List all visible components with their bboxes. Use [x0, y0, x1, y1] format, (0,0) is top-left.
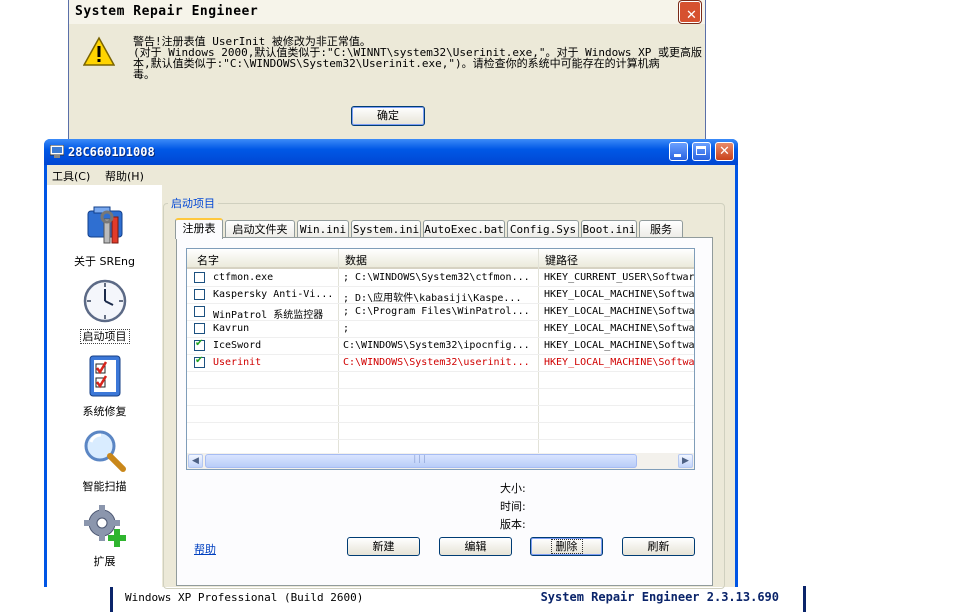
row-name: Userinit [213, 357, 262, 368]
tab-win-ini[interactable]: Win.ini [297, 220, 349, 238]
warning-icon [83, 36, 115, 66]
time-label: 时间: [500, 500, 526, 513]
row-path: HKEY_LOCAL_MACHINE\Softwa [544, 306, 694, 317]
dialog-title: System Repair Engineer [75, 4, 259, 19]
window-title: 28C6601D1008 [68, 145, 155, 159]
scroll-right-icon[interactable]: ▶ [678, 454, 693, 468]
row-data: ; D:\应用软件\kabasiji\Kaspe... [343, 293, 522, 304]
close-icon: ✕ [686, 8, 698, 23]
help-link[interactable]: 帮助 [194, 541, 216, 557]
size-label: 大小: [500, 482, 526, 495]
dialog-ok-button[interactable]: 确定 [351, 106, 425, 126]
row-checkbox[interactable] [194, 323, 205, 334]
scroll-left-icon[interactable]: ◀ [188, 454, 203, 468]
minimize-button[interactable] [669, 142, 688, 161]
table-row [187, 388, 694, 406]
row-data: C:\WINDOWS\System32\ipocnfig... [343, 340, 530, 351]
dialog-titlebar[interactable]: System Repair Engineer ✕ [69, 0, 705, 24]
column-header-name[interactable]: 名字 [197, 252, 219, 268]
row-name: Kavrun [213, 323, 250, 334]
menu-bar: 工具(C) 帮助(H) [47, 165, 735, 185]
delete-button[interactable]: 删除 [530, 537, 603, 556]
row-path: HKEY_LOCAL_MACHINE\Softwa [544, 289, 694, 300]
column-header-data[interactable]: 数据 [345, 252, 367, 268]
row-checkbox[interactable] [194, 306, 205, 317]
dialog-message: 警告!注册表值 UserInit 被修改为非正常值。 (对于 Windows 2… [133, 35, 702, 81]
row-checkbox[interactable] [194, 272, 205, 283]
column-header-path[interactable]: 键路径 [545, 252, 578, 268]
tab-autoexec-bat[interactable]: AutoExec.bat [423, 220, 505, 238]
table-row[interactable]: IceSword C:\WINDOWS\System32\ipocnfig...… [187, 337, 694, 355]
row-checkbox[interactable] [194, 355, 205, 368]
table-row[interactable]: ctfmon.exe ; C:\WINDOWS\System32\ctfmon.… [187, 269, 694, 287]
product-version-text: System Repair Engineer 2.3.13.690 [540, 590, 779, 604]
row-name: Kaspersky Anti-Vi... [213, 289, 334, 300]
table-row [187, 371, 694, 389]
table-row[interactable]: Userinit C:\WINDOWS\System32\userinit...… [187, 354, 694, 372]
tab-services[interactable]: 服务 [639, 220, 683, 238]
table-row [187, 405, 694, 423]
refresh-button[interactable]: 刷新 [622, 537, 695, 556]
minimize-icon [670, 143, 687, 160]
delete-button-label: 删除 [550, 539, 583, 554]
row-data: C:\WINDOWS\System32\userinit... [343, 357, 530, 368]
app-icon [50, 145, 64, 158]
tab-boot-ini[interactable]: Boot.ini [581, 220, 637, 238]
window-close-button[interactable]: ✕ [715, 142, 734, 161]
row-path: HKEY_LOCAL_MACHINE\Softwa [544, 340, 694, 351]
maximize-button[interactable] [692, 142, 711, 161]
menu-help[interactable]: 帮助(H) [105, 168, 144, 184]
close-icon: ✕ [719, 144, 730, 159]
table-row [187, 422, 694, 440]
table-row[interactable]: Kaspersky Anti-Vi... ; D:\应用软件\kabasiji\… [187, 286, 694, 304]
tab-startup-folder[interactable]: 启动文件夹 [225, 220, 295, 238]
horizontal-scrollbar[interactable]: ◀ ▶ [187, 453, 694, 469]
tab-config-sys[interactable]: Config.Sys [507, 220, 579, 238]
row-path: HKEY_LOCAL_MACHINE\Softwa [544, 323, 694, 334]
table-row[interactable]: WinPatrol 系统监控器 ; C:\Program Files\WinPa… [187, 303, 694, 321]
window-titlebar[interactable]: 28C6601D1008 ✕ [44, 139, 738, 165]
new-button-label: 新建 [372, 540, 395, 553]
edit-button-label: 编辑 [464, 540, 487, 553]
menu-tools[interactable]: 工具(C) [52, 168, 90, 184]
os-version-text: Windows XP Professional (Build 2600) [125, 591, 364, 604]
edit-button[interactable]: 编辑 [439, 537, 512, 556]
row-path: HKEY_CURRENT_USER\Softwar [544, 272, 694, 283]
new-button[interactable]: 新建 [347, 537, 420, 556]
scroll-thumb[interactable] [205, 454, 637, 468]
row-checkbox[interactable] [194, 338, 205, 351]
warning-dialog: System Repair Engineer ✕ 警告!注册表值 UserIni… [68, 0, 706, 140]
row-data: ; [343, 323, 350, 334]
row-data: ; C:\WINDOWS\System32\ctfmon... [343, 272, 530, 283]
background-window: Windows XP Professional (Build 2600) Sys… [110, 586, 806, 612]
tab-system-ini[interactable]: System.ini [351, 220, 421, 238]
row-checkbox[interactable] [194, 289, 205, 300]
refresh-button-label: 刷新 [647, 540, 670, 553]
content-area: 启动项目 注册表 启动文件夹 Win.ini System.ini AutoEx… [47, 185, 735, 589]
version-label: 版本: [500, 518, 526, 531]
maximize-icon [693, 143, 710, 160]
group-title: 启动项目 [168, 195, 218, 211]
tab-registry[interactable]: 注册表 [175, 218, 223, 239]
row-data: ; C:\Program Files\WinPatrol... [343, 306, 530, 317]
row-name: WinPatrol 系统监控器 [213, 310, 324, 321]
row-path: HKEY_LOCAL_MACHINE\Softwa [544, 357, 694, 368]
row-name: IceSword [213, 340, 262, 351]
row-name: ctfmon.exe [213, 272, 274, 283]
dialog-close-button[interactable]: ✕ [679, 1, 701, 23]
table-row[interactable]: Kavrun ; HKEY_LOCAL_MACHINE\Softwa [187, 320, 694, 338]
startup-list[interactable]: 名字 数据 键路径 ctfmon.exe ; C:\WINDOWS\System… [186, 248, 695, 470]
list-header: 名字 数据 键路径 [187, 249, 694, 269]
